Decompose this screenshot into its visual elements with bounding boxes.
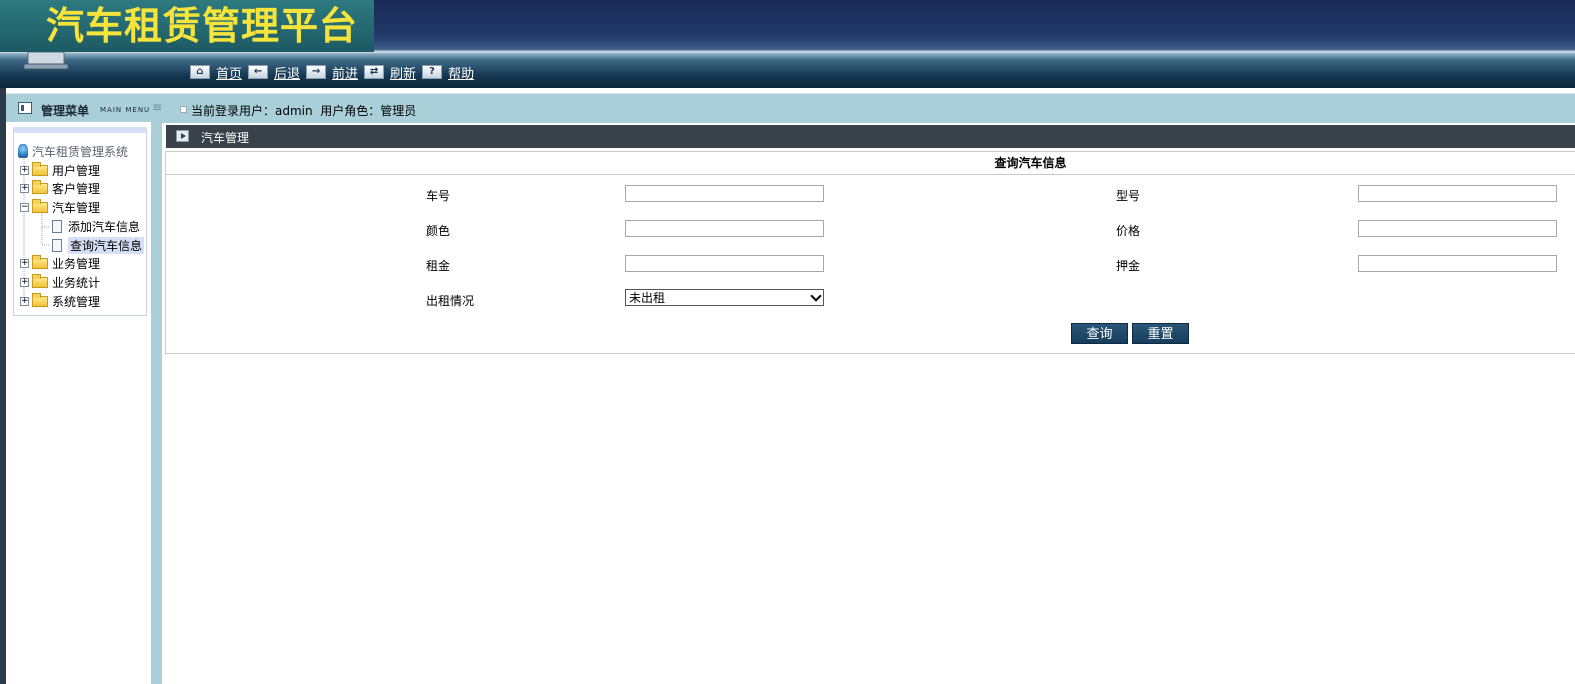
- sidebar-item-label[interactable]: 业务统计: [52, 274, 100, 291]
- toolbar-home-label[interactable]: 首页: [216, 63, 242, 82]
- sidebar-item-cars[interactable]: − 汽车管理: [20, 198, 100, 216]
- color-label: 颜色: [426, 224, 451, 238]
- query-form: 查询汽车信息 车号 型号 颜色 价格 租金 押金 出租情况 未出租 查询 重置: [165, 151, 1575, 354]
- panel-header: 汽车管理: [166, 125, 1575, 148]
- expand-plus-icon[interactable]: +: [20, 277, 29, 287]
- car-no-label: 车号: [426, 189, 451, 203]
- form-title: 查询汽车信息: [166, 152, 1575, 175]
- sidebar-divider[interactable]: [151, 122, 162, 684]
- app-title: 汽车租赁管理平台: [46, 4, 359, 48]
- query-button[interactable]: 查询: [1071, 323, 1128, 344]
- current-user-info: 当前登录用户：admin 用户角色：管理员: [191, 104, 417, 118]
- page-icon: [52, 238, 62, 252]
- toolbar-refresh-label[interactable]: 刷新: [390, 63, 416, 82]
- sidebar-item-business[interactable]: + 业务管理: [20, 254, 100, 272]
- menu-tree: 汽车租赁管理系统 + 用户管理 + 客户管理 − 汽车管理 添加汽车信息 查询汽…: [13, 127, 147, 316]
- info-bar: 管理菜单 MAIN MENU ≡ 当前登录用户：admin 用户角色：管理员: [6, 93, 1575, 123]
- toolbar-back[interactable]: ← 后退: [248, 63, 300, 82]
- sidebar-item-label[interactable]: 添加汽车信息: [68, 218, 140, 235]
- sidebar-item-customers[interactable]: + 客户管理: [20, 179, 100, 197]
- rent-status-label: 出租情况: [426, 294, 475, 308]
- sidebar-item-label[interactable]: 查询汽车信息: [68, 236, 145, 254]
- sidebar-item-system[interactable]: + 系统管理: [20, 292, 100, 310]
- sidebar-item-users[interactable]: + 用户管理: [20, 161, 100, 179]
- forward-arrow-icon: →: [306, 65, 327, 79]
- folder-icon: [32, 161, 48, 176]
- menu-title: 管理菜单: [41, 104, 90, 118]
- menu-toggle-icon[interactable]: ≡: [152, 100, 162, 114]
- menu-panel-icon: [18, 102, 32, 114]
- monitor-icon: [23, 52, 69, 70]
- rent-status-select[interactable]: 未出租: [625, 289, 824, 306]
- toolbar-help[interactable]: ? 帮助: [422, 63, 474, 82]
- tree-root[interactable]: 汽车租赁管理系统: [18, 142, 128, 160]
- expand-plus-icon[interactable]: +: [20, 258, 29, 268]
- folder-icon: [32, 179, 48, 194]
- folder-icon: [32, 273, 48, 288]
- collapse-minus-icon[interactable]: −: [20, 202, 29, 212]
- page-icon: [52, 219, 62, 233]
- toolbar-refresh[interactable]: ⇄ 刷新: [364, 63, 416, 82]
- app-header: 汽车租赁管理平台 ⌂ 首页 ← 后退 → 前进 ⇄ 刷新 ? 帮助: [0, 0, 1575, 88]
- sidebar-item-label[interactable]: 系统管理: [52, 293, 100, 310]
- deposit-label: 押金: [1116, 259, 1141, 273]
- bullet-icon: [180, 106, 187, 113]
- help-icon: ?: [422, 65, 443, 79]
- price-label: 价格: [1116, 224, 1141, 238]
- nav-toolbar: ⌂ 首页 ← 后退 → 前进 ⇄ 刷新 ? 帮助: [190, 63, 480, 82]
- sidebar-item-query-car[interactable]: 查询汽车信息: [52, 236, 145, 254]
- back-arrow-icon: ←: [248, 65, 269, 79]
- sidebar-item-add-car[interactable]: 添加汽车信息: [52, 217, 140, 235]
- folder-icon: [32, 292, 48, 307]
- toolbar-help-label[interactable]: 帮助: [448, 63, 474, 82]
- folder-icon: [32, 254, 48, 269]
- play-icon: [176, 130, 189, 142]
- expand-plus-icon[interactable]: +: [20, 165, 29, 175]
- computer-icon: [18, 144, 28, 158]
- sidebar-item-label[interactable]: 用户管理: [52, 162, 100, 179]
- toolbar-forward-label[interactable]: 前进: [332, 63, 358, 82]
- rent-input[interactable]: [625, 255, 824, 272]
- expand-plus-icon[interactable]: +: [20, 183, 29, 193]
- toolbar-forward[interactable]: → 前进: [306, 63, 358, 82]
- price-input[interactable]: [1358, 220, 1557, 237]
- sidebar-item-label[interactable]: 客户管理: [52, 180, 100, 197]
- tree-root-label[interactable]: 汽车租赁管理系统: [32, 143, 128, 160]
- chevron-down-icon: [810, 290, 822, 302]
- logo-banner: 汽车租赁管理平台: [0, 0, 374, 52]
- rent-label: 租金: [426, 259, 451, 273]
- deposit-input[interactable]: [1358, 255, 1557, 272]
- toolbar-back-label[interactable]: 后退: [274, 63, 300, 82]
- sidebar-item-label[interactable]: 业务管理: [52, 255, 100, 272]
- panel-title: 汽车管理: [201, 131, 250, 145]
- open-folder-icon: [32, 198, 48, 213]
- model-input[interactable]: [1358, 185, 1557, 202]
- reset-button[interactable]: 重置: [1132, 323, 1189, 344]
- refresh-icon: ⇄: [364, 65, 385, 79]
- toolbar-home[interactable]: ⌂ 首页: [190, 63, 242, 82]
- car-no-input[interactable]: [625, 185, 824, 202]
- sidebar-item-label[interactable]: 汽车管理: [52, 199, 100, 216]
- expand-plus-icon[interactable]: +: [20, 296, 29, 306]
- home-icon: ⌂: [190, 65, 210, 79]
- model-label: 型号: [1116, 189, 1141, 203]
- color-input[interactable]: [625, 220, 824, 237]
- sidebar-item-statistics[interactable]: + 业务统计: [20, 273, 100, 291]
- rent-status-value: 未出租: [629, 291, 666, 305]
- menu-subtitle: MAIN MENU: [100, 106, 151, 114]
